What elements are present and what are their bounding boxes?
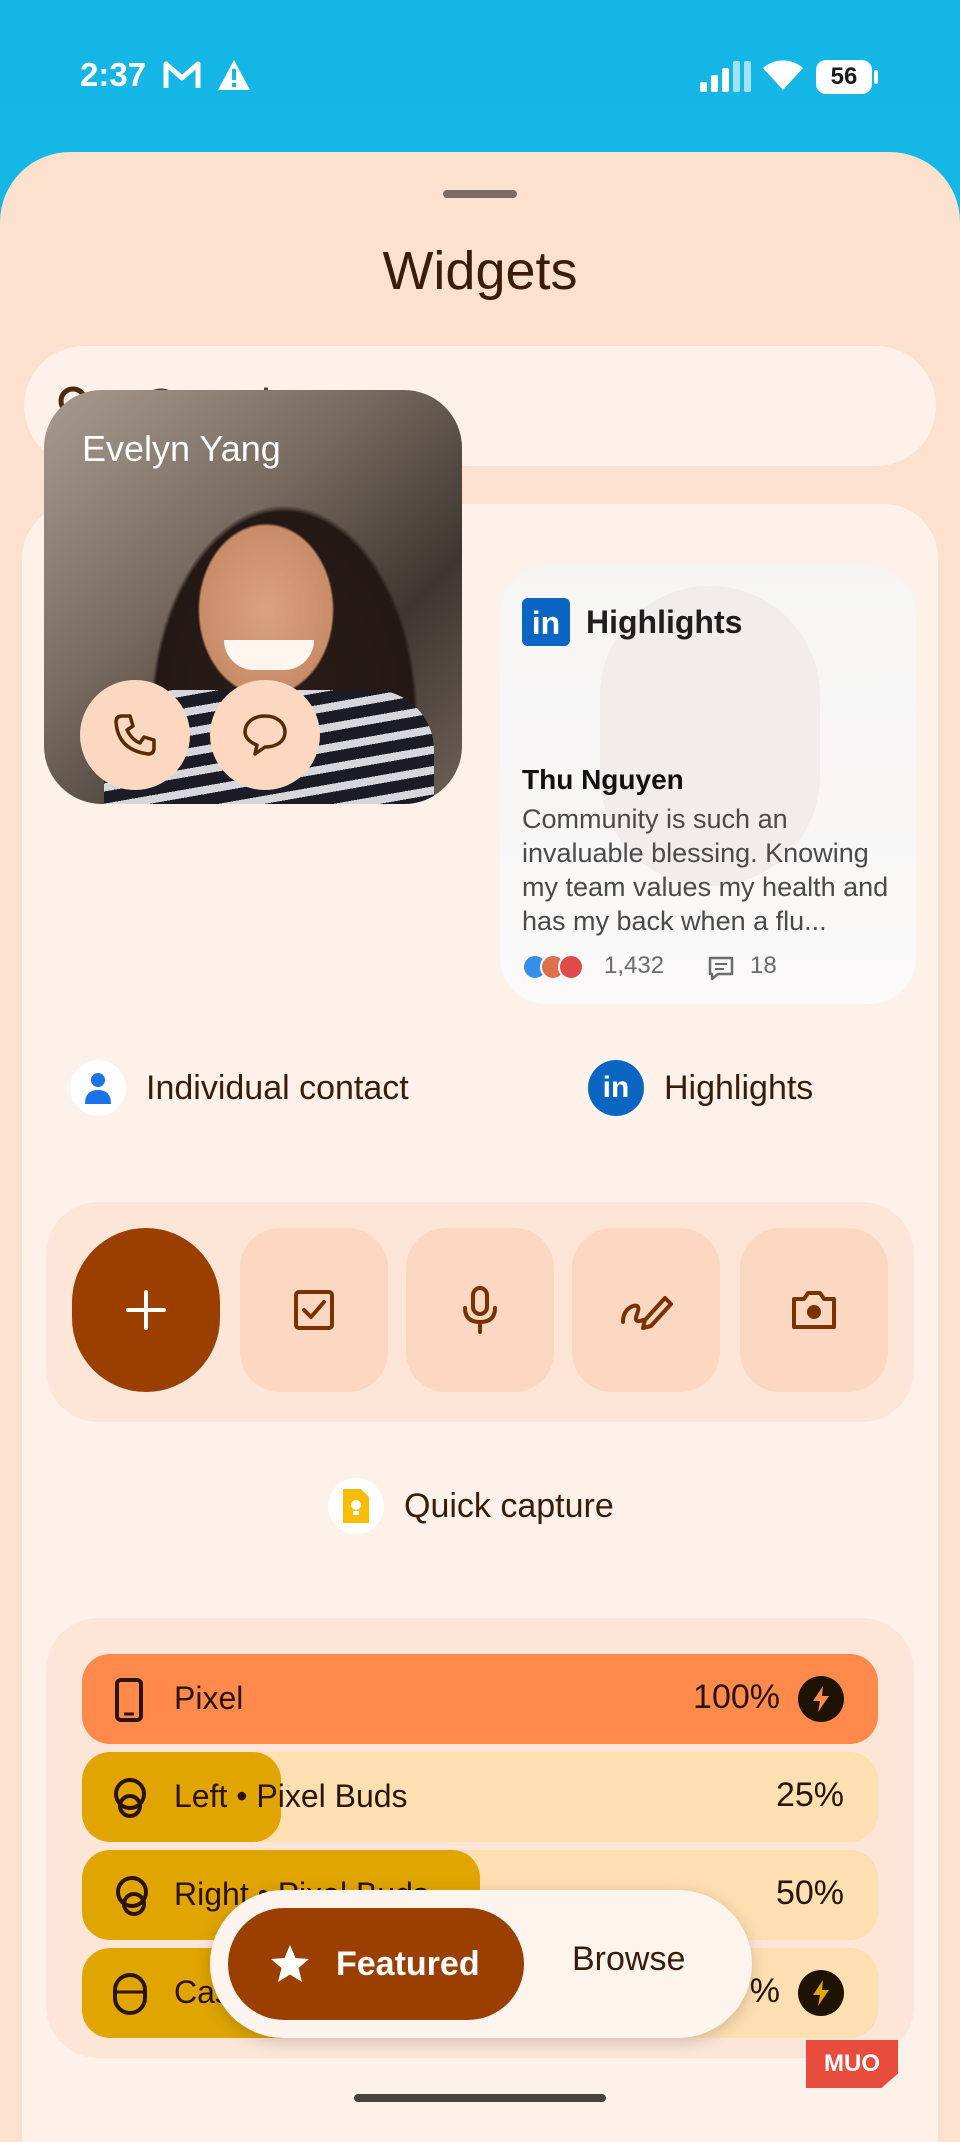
contact-photo-smile bbox=[224, 640, 314, 670]
drag-handle[interactable] bbox=[443, 190, 517, 198]
keep-app-icon bbox=[328, 1478, 384, 1534]
comment-count: 18 bbox=[750, 952, 777, 979]
tab-browse[interactable]: Browse bbox=[572, 1940, 685, 1979]
battery-percent: 100% bbox=[693, 1678, 780, 1716]
contact-caption-text: Individual contact bbox=[146, 1068, 409, 1107]
quick-capture-caption-text: Quick capture bbox=[404, 1486, 614, 1525]
battery-icon: 56 bbox=[816, 60, 872, 94]
earbud-icon bbox=[112, 1874, 152, 1923]
add-note-button[interactable] bbox=[72, 1228, 220, 1392]
sheet-title: Widgets bbox=[382, 241, 578, 301]
linkedin-widget-preview[interactable]: in Highlights Thu Nguyen Community is su… bbox=[500, 566, 916, 1004]
call-button[interactable] bbox=[80, 680, 190, 790]
charging-bolt-icon bbox=[798, 1676, 844, 1722]
message-button[interactable] bbox=[210, 680, 320, 790]
gmail-icon bbox=[162, 58, 202, 97]
battery-row-left-bud: Left • Pixel Buds 25% bbox=[82, 1752, 878, 1842]
charging-bolt-icon bbox=[798, 1970, 844, 2016]
camera-icon bbox=[740, 1228, 888, 1392]
post-text: Community is such an invaluable blessing… bbox=[522, 804, 889, 936]
contact-widget-caption: Individual contact bbox=[70, 1060, 409, 1116]
linkedin-widget-header: Highlights bbox=[586, 604, 743, 640]
battery-label: Left • Pixel Buds bbox=[174, 1778, 408, 1814]
battery-row-pixel: Pixel 100% bbox=[82, 1654, 878, 1744]
wifi-icon bbox=[762, 58, 804, 97]
phone-icon bbox=[114, 714, 156, 756]
tab-featured-label: Featured bbox=[336, 1944, 480, 1983]
post-reactions: 1,432 18 bbox=[522, 950, 902, 984]
new-list-button[interactable] bbox=[240, 1228, 388, 1392]
reaction-count: 1,432 bbox=[604, 952, 665, 979]
signal-icon bbox=[700, 60, 752, 99]
tab-bar: Featured Browse bbox=[210, 1890, 752, 2038]
mic-icon bbox=[406, 1228, 554, 1392]
battery-label: Pixel bbox=[174, 1680, 244, 1716]
love-reaction-icon bbox=[558, 954, 584, 980]
contact-widget-preview[interactable]: Evelyn Yang bbox=[44, 390, 462, 804]
battery-percent: 50% bbox=[775, 1874, 844, 1912]
muo-watermark: MUO bbox=[806, 2040, 898, 2088]
message-icon bbox=[243, 714, 287, 756]
star-icon bbox=[271, 1945, 309, 1982]
earbud-icon bbox=[112, 1776, 152, 1825]
contacts-app-icon bbox=[70, 1060, 126, 1116]
phone-icon bbox=[112, 1678, 146, 1727]
case-icon bbox=[112, 1972, 148, 2021]
contact-name: Evelyn Yang bbox=[82, 428, 281, 469]
linkedin-caption-text: Highlights bbox=[664, 1068, 814, 1107]
status-time: 2:37 bbox=[80, 56, 147, 93]
battery-percent: 25% bbox=[775, 1776, 844, 1814]
alert-icon bbox=[216, 58, 252, 97]
quick-capture-caption: Quick capture bbox=[328, 1478, 614, 1534]
photo-note-button[interactable] bbox=[740, 1228, 888, 1392]
home-indicator[interactable] bbox=[354, 2094, 606, 2102]
voice-note-button[interactable] bbox=[406, 1228, 554, 1392]
add-icon bbox=[72, 1228, 220, 1392]
status-bar: 2:37 56 bbox=[0, 0, 960, 150]
post-author: Thu Nguyen bbox=[522, 764, 684, 795]
draw-icon bbox=[572, 1228, 720, 1392]
battery-nub bbox=[874, 70, 878, 84]
battery-percent: % bbox=[749, 1972, 780, 2010]
tab-featured[interactable]: Featured bbox=[228, 1908, 524, 2020]
linkedin-app-icon: in bbox=[588, 1060, 644, 1116]
linkedin-widget-caption: in Highlights bbox=[588, 1060, 813, 1116]
checkbox-icon bbox=[240, 1228, 388, 1392]
drawing-note-button[interactable] bbox=[572, 1228, 720, 1392]
comment-icon bbox=[706, 954, 736, 989]
linkedin-logo-icon: in bbox=[522, 598, 570, 646]
